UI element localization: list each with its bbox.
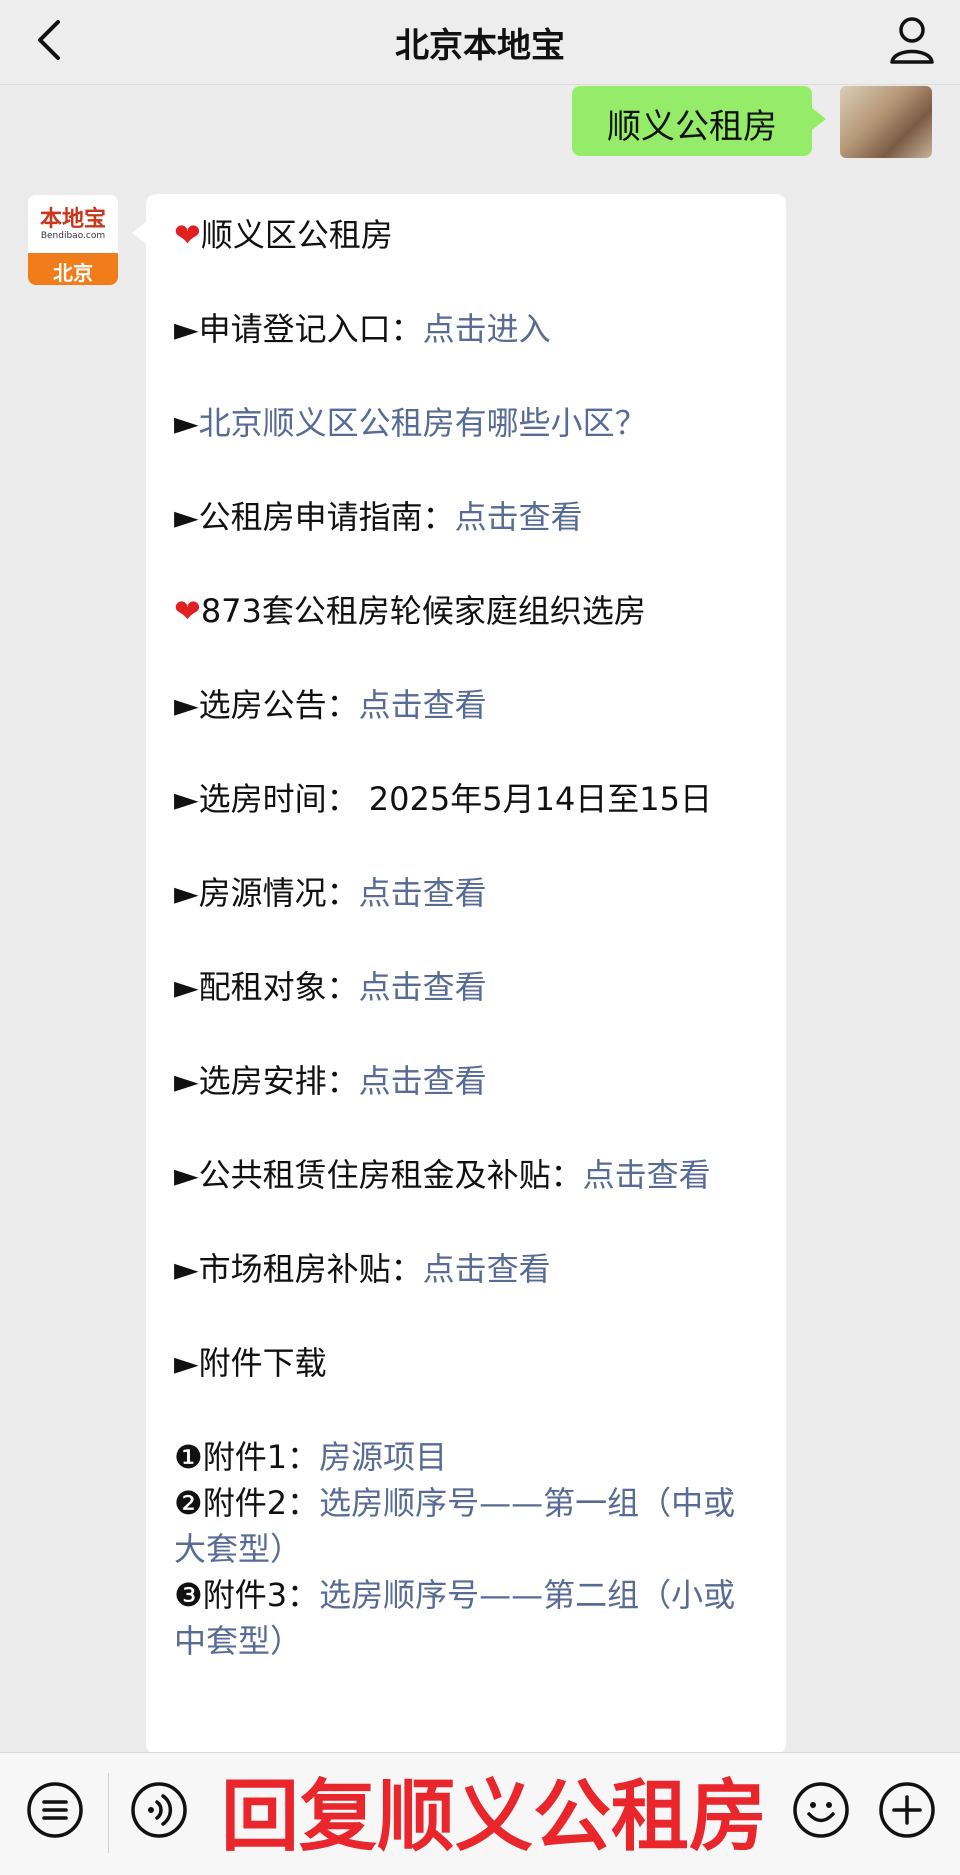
- emoji-icon[interactable]: [790, 1779, 852, 1841]
- source-entry: ►房源情况：点击查看: [174, 874, 487, 912]
- arrange-link[interactable]: 点击查看: [359, 1062, 487, 1100]
- heart-icon: ❤: [174, 216, 201, 254]
- heart-icon: ❤: [174, 592, 201, 630]
- notice-entry: ►选房公告：点击查看: [174, 686, 487, 724]
- rent-link[interactable]: 点击查看: [583, 1156, 711, 1194]
- message-content: ❤顺义区公租房 ►申请登记入口：点击进入 ►北京顺义区公租房有哪些小区？ ►公租…: [174, 212, 766, 1664]
- voice-icon[interactable]: [128, 1779, 190, 1841]
- rent-entry: ►公共租赁住房租金及补贴：点击查看: [174, 1156, 711, 1194]
- plus-icon[interactable]: [876, 1779, 938, 1841]
- notice-link[interactable]: 点击查看: [359, 686, 487, 724]
- target-link[interactable]: 点击查看: [359, 968, 487, 1006]
- incoming-message-bubble: ❤顺义区公租房 ►申请登记入口：点击进入 ►北京顺义区公租房有哪些小区？ ►公租…: [132, 194, 786, 1754]
- attachment-link[interactable]: 房源项目: [319, 1438, 447, 1476]
- account-avatar[interactable]: 本地宝 Bendibao.com 北京: [28, 195, 118, 285]
- attachments-heading: ►附件下载: [174, 1344, 327, 1382]
- profile-icon[interactable]: [886, 12, 938, 68]
- apply-link[interactable]: 点击进入: [423, 310, 551, 348]
- target-entry: ►配租对象：点击查看: [174, 968, 487, 1006]
- market-entry: ►市场租房补贴：点击查看: [174, 1250, 551, 1288]
- page-title: 北京本地宝: [395, 26, 565, 66]
- arrange-entry: ►选房安排：点击查看: [174, 1062, 487, 1100]
- heading-shunyi: ❤顺义区公租房: [174, 216, 393, 254]
- menu-icon[interactable]: [24, 1779, 86, 1841]
- attachment-item: ❸附件3：选房顺序号——第二组（小或中套型）: [174, 1576, 736, 1660]
- toolbar-divider: [108, 1773, 109, 1853]
- avatar-city: 北京: [53, 261, 93, 285]
- input-toolbar: 回复顺义公租房: [0, 1752, 960, 1875]
- guide-link[interactable]: 点击查看: [455, 498, 583, 536]
- heading-selection: ❤873套公租房轮候家庭组织选房: [174, 592, 646, 630]
- communities-link[interactable]: 北京顺义区公租房有哪些小区？: [199, 404, 647, 442]
- avatar-brand: 本地宝: [39, 206, 106, 232]
- outgoing-message-bubble[interactable]: 顺义公租房: [572, 86, 826, 156]
- time-entry: ►选房时间： 2025年5月14日至15日: [174, 780, 713, 818]
- avatar-domain: Bendibao.com: [40, 231, 106, 241]
- market-link[interactable]: 点击查看: [423, 1250, 551, 1288]
- guide-entry: ►公租房申请指南：点击查看: [174, 498, 583, 536]
- user-avatar[interactable]: [840, 86, 932, 158]
- nav-header: 北京本地宝: [0, 0, 960, 85]
- attachment-item: ❶附件1：房源项目: [174, 1438, 448, 1476]
- communities-entry: ►北京顺义区公租房有哪些小区？: [174, 404, 647, 442]
- apply-entry: ►申请登记入口：点击进入: [174, 310, 551, 348]
- reply-keyword-banner: 回复顺义公租房: [220, 1772, 767, 1862]
- outgoing-message-text: 顺义公租房: [607, 107, 777, 147]
- source-link[interactable]: 点击查看: [359, 874, 487, 912]
- attachment-item: ❷附件2：选房顺序号——第一组（中或大套型）: [174, 1484, 736, 1568]
